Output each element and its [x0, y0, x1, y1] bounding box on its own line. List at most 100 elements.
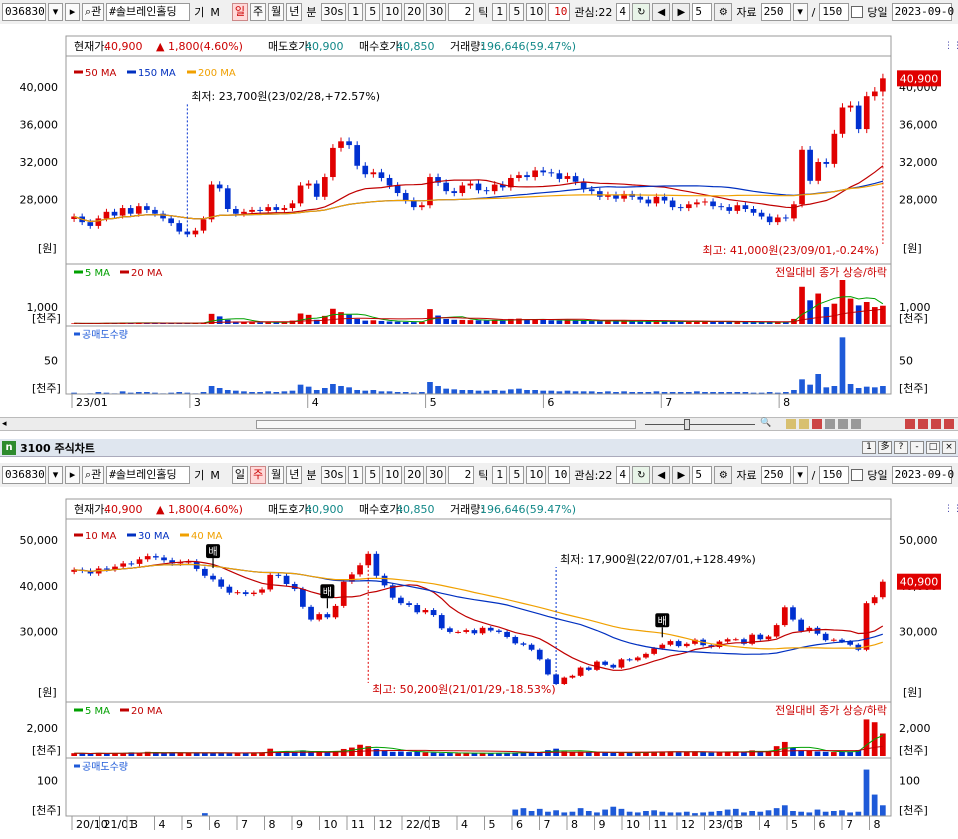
gwansim-index[interactable]: 4	[616, 3, 631, 21]
last-price-text: 40,900	[900, 72, 939, 85]
zoom-icon[interactable]: 🔍	[760, 418, 771, 428]
tick-input[interactable]: 2	[448, 466, 475, 484]
period-month-button[interactable]: 월	[268, 466, 285, 484]
tool-icon[interactable]	[799, 419, 809, 429]
data-count-input[interactable]: 250	[760, 3, 791, 21]
window-icon[interactable]	[918, 419, 928, 429]
next-arrow-button[interactable]: ▸	[65, 466, 80, 484]
window-button-multi[interactable]: 多	[878, 441, 892, 454]
minute-select[interactable]: 30s	[320, 466, 347, 484]
short-sale-bar	[354, 390, 361, 394]
today-label: 당일	[867, 469, 888, 482]
scroll-left-arrow[interactable]: ◂	[2, 419, 7, 429]
volume-bar	[381, 750, 388, 756]
period-week-button[interactable]: 주	[250, 3, 267, 21]
tool-icon[interactable]	[786, 419, 796, 429]
tool-icon[interactable]	[825, 419, 835, 429]
weekly-chart-svg[interactable]: 현재가:40,900 ▲ 1,800(4.60%) 매도호가:40,900 매수호가:…	[0, 487, 958, 836]
next-arrow-button[interactable]: ▸	[65, 3, 80, 21]
candle-body	[265, 207, 272, 211]
window-icon[interactable]	[944, 419, 954, 429]
today-checkbox[interactable]	[851, 6, 864, 18]
candle-body	[406, 603, 412, 605]
zoom-slider-handle[interactable]	[684, 419, 690, 430]
short-sale-bar	[208, 386, 215, 394]
next-icon[interactable]: ▶	[672, 3, 691, 21]
candle-body	[340, 581, 347, 606]
period-day-button[interactable]: 일	[231, 466, 249, 484]
tick-1-button[interactable]: 1	[492, 466, 508, 484]
tick-1-button[interactable]: 1	[492, 3, 508, 21]
minute-20-button[interactable]: 20	[404, 466, 425, 484]
total-count-input[interactable]: 150	[819, 3, 850, 21]
help-button[interactable]: ?	[894, 441, 908, 454]
candle-body	[208, 184, 215, 220]
search-button[interactable]: ⌕관	[82, 466, 105, 484]
minute-1-button[interactable]: 1	[348, 3, 364, 21]
scroll-thumb[interactable]	[256, 420, 636, 429]
volume-bar	[708, 752, 715, 756]
minute-10-button[interactable]: 10	[382, 466, 403, 484]
tick-input[interactable]: 2	[448, 3, 475, 21]
tick-5-button[interactable]: 5	[509, 3, 525, 21]
search-button[interactable]: ⌕관	[82, 3, 105, 21]
minute-select[interactable]: 30s	[320, 3, 347, 21]
period-week-button[interactable]: 주	[250, 466, 267, 484]
today-checkbox[interactable]	[851, 469, 864, 481]
short-sale-bar	[610, 806, 617, 816]
maximize-button[interactable]: □	[926, 441, 940, 454]
data-count-dropdown[interactable]: ▾	[792, 466, 808, 484]
close-button[interactable]: ×	[942, 441, 956, 454]
minute-30-button[interactable]: 30	[426, 466, 447, 484]
period-year-button[interactable]: 년	[286, 3, 303, 21]
date-input[interactable]: 2023-09-0	[891, 466, 954, 484]
period-month-button[interactable]: 월	[268, 3, 285, 21]
tool-icon[interactable]	[838, 419, 848, 429]
minute-5-button[interactable]: 5	[365, 466, 381, 484]
suffix-m: M	[210, 468, 220, 482]
tick-selected-input[interactable]: 10	[548, 3, 571, 21]
prev-icon[interactable]: ◀	[652, 3, 671, 21]
minute-5-button[interactable]: 5	[365, 3, 381, 21]
minute-30-button[interactable]: 30	[426, 3, 447, 21]
tick-10-button[interactable]: 10	[526, 3, 547, 21]
zoom-slider-track[interactable]	[645, 424, 755, 425]
volume-bar	[443, 318, 449, 324]
minimize-button[interactable]: -	[910, 441, 924, 454]
settings-icon[interactable]: ⚙	[714, 3, 733, 21]
step-input[interactable]: 5	[692, 466, 713, 484]
window-icon[interactable]	[905, 419, 915, 429]
step-input[interactable]: 5	[692, 3, 713, 21]
next-icon[interactable]: ▶	[672, 466, 691, 484]
code-dropdown-button[interactable]: ▾	[48, 466, 63, 484]
candle-body	[839, 107, 846, 134]
window-button-1[interactable]: 1	[862, 441, 876, 454]
gwansim-index[interactable]: 4	[616, 466, 631, 484]
volume-bar	[677, 321, 684, 324]
prev-icon[interactable]: ◀	[652, 466, 671, 484]
code-dropdown-button[interactable]: ▾	[48, 3, 63, 21]
tick-10-button[interactable]: 10	[526, 466, 547, 484]
refresh-icon[interactable]: ↻	[632, 466, 651, 484]
chart-scrollbar[interactable]: ◂ 🔍	[0, 417, 958, 431]
period-year-button[interactable]: 년	[286, 466, 303, 484]
date-input[interactable]: 2023-09-0	[891, 3, 954, 21]
data-count-dropdown[interactable]: ▾	[792, 3, 808, 21]
daily-chart-svg[interactable]: 현재가:40,900 ▲ 1,800(4.60%) 매도호가:40,900 매수호가:…	[0, 24, 958, 416]
total-count-input[interactable]: 150	[819, 466, 850, 484]
stock-code-input[interactable]: 036830	[2, 3, 46, 21]
minute-1-button[interactable]: 1	[348, 466, 364, 484]
minute-10-button[interactable]: 10	[382, 3, 403, 21]
settings-icon[interactable]: ⚙	[714, 466, 733, 484]
period-day-button[interactable]: 일	[231, 3, 249, 21]
x-axis-label: 7	[544, 818, 551, 831]
tool-icon[interactable]	[812, 419, 822, 429]
window-icon[interactable]	[931, 419, 941, 429]
minute-20-button[interactable]: 20	[404, 3, 425, 21]
tick-5-button[interactable]: 5	[509, 466, 525, 484]
data-count-input[interactable]: 250	[760, 466, 791, 484]
stock-code-input[interactable]: 036830	[2, 466, 46, 484]
tool-icon[interactable]	[851, 419, 861, 429]
refresh-icon[interactable]: ↻	[632, 3, 651, 21]
tick-selected-input[interactable]: 10	[548, 466, 571, 484]
